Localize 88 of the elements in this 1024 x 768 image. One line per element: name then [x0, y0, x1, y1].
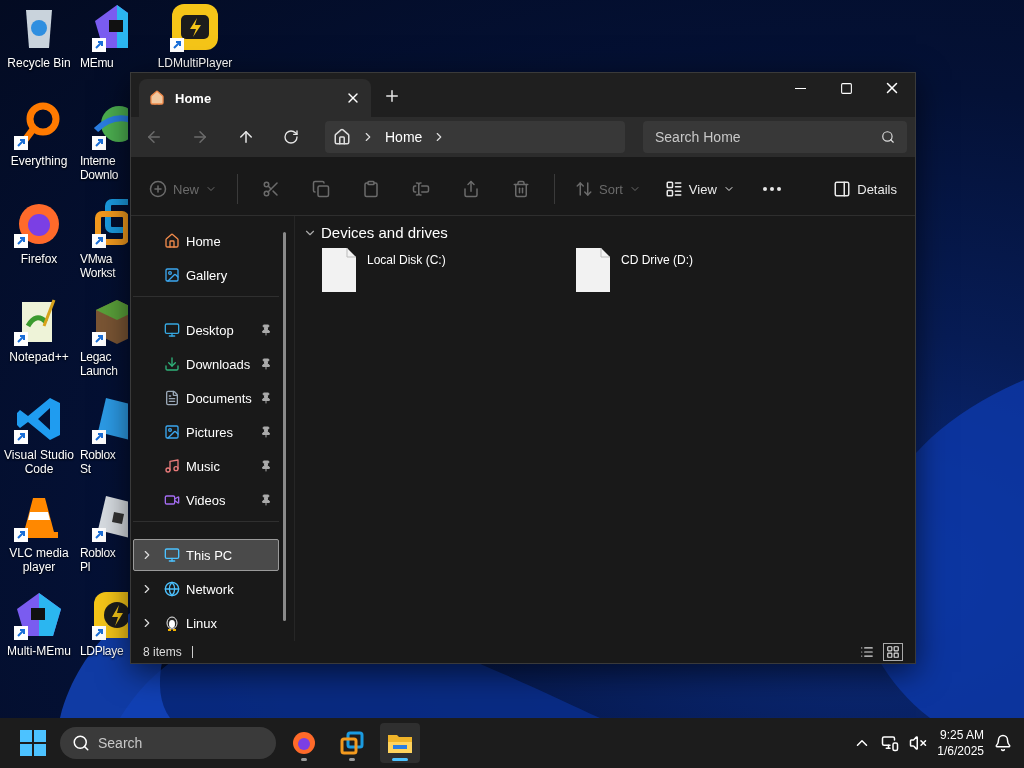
scrollbar[interactable]: [283, 232, 286, 621]
section-header[interactable]: Devices and drives: [303, 224, 448, 241]
overlapping-squares-icon[interactable]: [92, 198, 128, 248]
document-icon: [164, 390, 180, 406]
sidebar-item[interactable]: Documents: [133, 382, 279, 414]
trash-icon: [512, 180, 530, 198]
desktop-icon-label[interactable]: VLC media player: [1, 546, 77, 574]
maximize-icon: [839, 81, 853, 95]
sidebar-item[interactable]: Home: [133, 225, 279, 257]
lightning-icon[interactable]: [92, 590, 128, 640]
desktop-icon-label[interactable]: Notepad++: [1, 350, 77, 364]
desktop-icon-label[interactable]: Visual Studio Code: [1, 448, 77, 476]
desktop-icon-label[interactable]: Firefox: [1, 252, 77, 266]
scissors-icon: [262, 180, 280, 198]
sort-icon: [575, 180, 593, 198]
lightning-icon[interactable]: [170, 2, 220, 52]
window-tab[interactable]: Home: [139, 79, 371, 117]
taskbar-search-field[interactable]: Search: [60, 727, 276, 759]
muted-speaker-icon[interactable]: [909, 734, 928, 752]
desktop-icon-label[interactable]: LDPlaye: [80, 644, 128, 658]
sidebar-item[interactable]: Desktop: [133, 314, 279, 346]
more-icon: [762, 187, 781, 191]
sidebar-item[interactable]: Music: [133, 450, 279, 482]
desktop-icon-label[interactable]: LDMultiPlayer: [150, 56, 240, 70]
sidebar-item[interactable]: Downloads: [133, 348, 279, 380]
clipboard-icon: [362, 180, 380, 198]
start-button[interactable]: [20, 730, 46, 756]
network-icon[interactable]: [881, 734, 900, 752]
desktop-icon-label[interactable]: Recycle Bin: [1, 56, 77, 70]
arrow-right-icon: [191, 128, 209, 146]
picture-icon: [164, 424, 180, 440]
search-icon: [881, 130, 895, 144]
plus-icon: [383, 87, 401, 105]
music-note-icon: [164, 458, 180, 474]
monitor-icon: [164, 322, 180, 338]
search-icon: [72, 734, 90, 752]
overlapping-squares-icon: [340, 731, 364, 755]
home-icon: [149, 90, 165, 106]
pentagon-icon[interactable]: [92, 2, 128, 52]
sidebar-item[interactable]: This PC: [133, 539, 279, 571]
sidebar-item[interactable]: Network: [133, 573, 279, 605]
video-icon: [164, 492, 180, 508]
sidebar-item[interactable]: Videos: [133, 484, 279, 516]
item-count: 8 items: [143, 645, 182, 659]
address-bar[interactable]: Home: [325, 121, 625, 153]
picture-icon: [164, 267, 180, 283]
sidebar-item[interactable]: Gallery: [133, 259, 279, 291]
view-button[interactable]: View: [656, 174, 743, 204]
copy-icon: [312, 180, 330, 198]
plus-circle-icon: [149, 180, 167, 198]
breadcrumb-item[interactable]: Home: [385, 129, 423, 145]
home-icon: [164, 233, 180, 249]
folder-icon: [387, 732, 413, 754]
minimize-icon: [794, 87, 806, 89]
sidebar-item[interactable]: Pictures: [133, 416, 279, 448]
file-icon: [575, 247, 611, 293]
tiles-view-button[interactable]: [883, 643, 903, 661]
drive-item[interactable]: CD Drive (D:): [575, 247, 693, 293]
list-icon: [860, 645, 874, 659]
desktop-icon-label[interactable]: Roblox St: [80, 448, 128, 476]
download-icon: [164, 356, 180, 372]
details-button[interactable]: Details: [825, 174, 905, 204]
file-icon: [321, 247, 357, 293]
desktop-icon-label[interactable]: Roblox Pl: [80, 546, 128, 574]
list-icon: [664, 180, 683, 198]
desktop-icon-label[interactable]: VMwa Workst: [80, 252, 128, 280]
monitor-icon: [164, 547, 180, 563]
taskbar-app-button[interactable]: [380, 723, 420, 763]
home-icon: [333, 128, 351, 146]
search-field[interactable]: Search Home: [643, 121, 907, 153]
panel-icon: [833, 180, 852, 198]
clock[interactable]: 9:25 AM 1/6/2025: [937, 727, 984, 759]
desktop-icon-label[interactable]: Interne Downlo: [80, 154, 128, 182]
grid-icon: [886, 645, 900, 659]
desktop-icon-label[interactable]: MEmu: [80, 56, 128, 70]
desktop-icon-label[interactable]: Everything: [1, 154, 77, 168]
bell-icon[interactable]: [994, 734, 1012, 752]
globe-icon: [164, 581, 180, 597]
desktop-icon-label[interactable]: Legac Launch: [80, 350, 128, 378]
fox-globe-icon: [292, 731, 316, 755]
rename-icon: [412, 180, 430, 198]
sidebar-item[interactable]: Linux: [133, 607, 279, 639]
drive-item[interactable]: Local Disk (C:): [321, 247, 446, 293]
pentagon-icon[interactable]: [14, 590, 64, 640]
penguin-icon: [164, 615, 180, 631]
refresh-icon: [283, 129, 299, 145]
desktop-icon-label[interactable]: Multi-MEmu: [1, 644, 77, 658]
share-icon: [462, 180, 480, 198]
